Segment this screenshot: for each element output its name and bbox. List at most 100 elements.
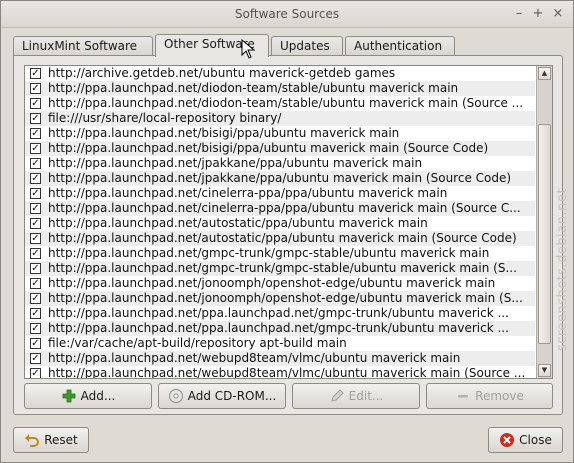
- source-line: http://ppa.launchpad.net/jonoomph/opensh…: [48, 291, 523, 305]
- source-row[interactable]: ✓ http://ppa.launchpad.net/autostatic/ppa…: [25, 231, 535, 246]
- cdrom-icon: [168, 388, 184, 404]
- source-line: http://ppa.launchpad.net/gmpc-trunk/gmpc…: [48, 261, 517, 275]
- close-button-label: Close: [519, 433, 552, 447]
- source-line: http://ppa.launchpad.net/ppa.launchpad.n…: [48, 306, 509, 320]
- source-row[interactable]: ✓ http://ppa.launchpad.net/bisigi/ppa/ubu…: [25, 126, 535, 141]
- mouse-pointer-icon: [241, 39, 255, 59]
- title-bar[interactable]: Software Sources – + ×: [1, 1, 573, 28]
- revert-icon: [24, 432, 40, 448]
- minus-icon: [455, 388, 471, 404]
- source-enabled-checkbox[interactable]: ✓: [30, 218, 41, 229]
- sources-list[interactable]: ✓ http://archive.getdeb.net/ubuntu maveri…: [24, 65, 553, 379]
- other-software-panel: ✓ http://archive.getdeb.net/ubuntu maveri…: [13, 55, 563, 415]
- close-icon: [499, 432, 515, 448]
- source-enabled-checkbox[interactable]: ✓: [30, 233, 41, 244]
- source-enabled-checkbox[interactable]: ✓: [30, 248, 41, 259]
- source-enabled-checkbox[interactable]: ✓: [30, 338, 41, 349]
- source-row[interactable]: ✓ http://ppa.launchpad.net/webupd8team/vl…: [25, 366, 535, 379]
- source-line: http://ppa.launchpad.net/ppa.launchpad.n…: [48, 321, 509, 335]
- source-line: http://ppa.launchpad.net/diodon-team/sta…: [48, 96, 524, 110]
- maximize-button[interactable]: +: [530, 6, 546, 22]
- source-enabled-checkbox[interactable]: ✓: [30, 188, 41, 199]
- source-line: http://ppa.launchpad.net/diodon-team/sta…: [48, 81, 459, 95]
- source-line: http://ppa.launchpad.net/autostatic/ppa/…: [48, 216, 428, 230]
- source-row[interactable]: ✓ http://ppa.launchpad.net/cinelerra-ppa/…: [25, 201, 535, 216]
- source-row[interactable]: ✓ http://archive.getdeb.net/ubuntu maveri…: [25, 66, 535, 81]
- source-enabled-checkbox[interactable]: ✓: [30, 143, 41, 154]
- tab-linuxmint-software[interactable]: LinuxMint Software: [13, 36, 153, 56]
- source-line: http://ppa.launchpad.net/bisigi/ppa/ubun…: [48, 126, 400, 140]
- source-line: http://ppa.launchpad.net/webupd8team/vlm…: [48, 351, 461, 365]
- source-enabled-checkbox[interactable]: ✓: [30, 113, 41, 124]
- source-line: file:/var/cache/apt-build/repository apt…: [48, 336, 347, 350]
- source-line: http://ppa.launchpad.net/bisigi/ppa/ubun…: [48, 141, 489, 155]
- source-enabled-checkbox[interactable]: ✓: [30, 98, 41, 109]
- source-line: http://ppa.launchpad.net/jpakkane/ppa/ub…: [48, 156, 423, 170]
- pencil-icon: [329, 388, 345, 404]
- source-enabled-checkbox[interactable]: ✓: [30, 308, 41, 319]
- source-row[interactable]: ✓ http://ppa.launchpad.net/jonoomph/opens…: [25, 291, 535, 306]
- scroll-up-arrow-icon[interactable]: ▲: [538, 67, 551, 80]
- tab-bar: LinuxMint Software Other Software Update…: [13, 34, 561, 57]
- remove-button-label: Remove: [475, 389, 524, 403]
- source-enabled-checkbox[interactable]: ✓: [30, 158, 41, 169]
- tab-updates[interactable]: Updates: [271, 36, 343, 56]
- source-row[interactable]: ✓ http://ppa.launchpad.net/jpakkane/ppa/u…: [25, 156, 535, 171]
- add-button[interactable]: Add...: [24, 383, 152, 409]
- source-row[interactable]: ✓ http://ppa.launchpad.net/diodon-team/st…: [25, 96, 535, 111]
- plus-icon: [61, 388, 77, 404]
- watermark: screenshots.debian.net: [555, 188, 570, 351]
- source-enabled-checkbox[interactable]: ✓: [30, 293, 41, 304]
- source-row[interactable]: ✓ http://ppa.launchpad.net/webupd8team/vl…: [25, 351, 535, 366]
- source-row[interactable]: ✓ http://ppa.launchpad.net/jpakkane/ppa/u…: [25, 171, 535, 186]
- source-enabled-checkbox[interactable]: ✓: [30, 203, 41, 214]
- source-line: file:///usr/share/local-repository binar…: [48, 111, 282, 125]
- source-enabled-checkbox[interactable]: ✓: [30, 68, 41, 79]
- close-button[interactable]: Close: [488, 427, 563, 453]
- tab-authentication[interactable]: Authentication: [345, 36, 455, 56]
- source-row[interactable]: ✓ http://ppa.launchpad.net/bisigi/ppa/ubu…: [25, 141, 535, 156]
- source-line: http://ppa.launchpad.net/cinelerra-ppa/p…: [48, 201, 521, 215]
- source-row[interactable]: ✓ http://ppa.launchpad.net/cinelerra-ppa/…: [25, 186, 535, 201]
- minimize-button[interactable]: –: [511, 6, 527, 22]
- source-row[interactable]: ✓ http://ppa.launchpad.net/diodon-team/st…: [25, 81, 535, 96]
- source-enabled-checkbox[interactable]: ✓: [30, 128, 41, 139]
- source-row[interactable]: ✓ file:///usr/share/local-repository bina…: [25, 111, 535, 126]
- source-row[interactable]: ✓ file:/var/cache/apt-build/repository ap…: [25, 336, 535, 351]
- source-row[interactable]: ✓ http://ppa.launchpad.net/jonoomph/opens…: [25, 276, 535, 291]
- source-line: http://ppa.launchpad.net/gmpc-trunk/gmpc…: [48, 246, 490, 260]
- reset-button[interactable]: Reset: [13, 427, 89, 453]
- source-enabled-checkbox[interactable]: ✓: [30, 368, 41, 378]
- scroll-down-arrow-icon[interactable]: ▼: [538, 364, 551, 377]
- edit-button[interactable]: Edit...: [292, 383, 420, 409]
- source-enabled-checkbox[interactable]: ✓: [30, 353, 41, 364]
- source-line: http://archive.getdeb.net/ubuntu maveric…: [48, 66, 396, 80]
- source-enabled-checkbox[interactable]: ✓: [30, 173, 41, 184]
- software-sources-window: Software Sources – + × LinuxMint Softwar…: [0, 0, 574, 463]
- vertical-scrollbar[interactable]: ▲ ▼: [536, 66, 552, 378]
- source-enabled-checkbox[interactable]: ✓: [30, 278, 41, 289]
- source-enabled-checkbox[interactable]: ✓: [30, 83, 41, 94]
- source-row[interactable]: ✓ http://ppa.launchpad.net/gmpc-trunk/gmp…: [25, 261, 535, 276]
- sources-rows: ✓ http://archive.getdeb.net/ubuntu maveri…: [25, 66, 535, 379]
- source-line: http://ppa.launchpad.net/jpakkane/ppa/ub…: [48, 171, 512, 185]
- source-line: http://ppa.launchpad.net/cinelerra-ppa/p…: [48, 186, 448, 200]
- source-row[interactable]: ✓ http://ppa.launchpad.net/ppa.launchpad.…: [25, 306, 535, 321]
- scroll-thumb[interactable]: [538, 124, 551, 344]
- add-cdrom-button-label: Add CD-ROM...: [187, 389, 277, 403]
- window-title: Software Sources: [234, 7, 340, 21]
- edit-button-label: Edit...: [348, 389, 384, 403]
- add-cdrom-button[interactable]: Add CD-ROM...: [158, 383, 286, 409]
- source-row[interactable]: ✓ http://ppa.launchpad.net/autostatic/ppa…: [25, 216, 535, 231]
- close-window-button[interactable]: ×: [550, 6, 566, 22]
- remove-button[interactable]: Remove: [426, 383, 553, 409]
- source-actions: Add... Add CD-ROM... Edit... Remove: [24, 383, 553, 409]
- source-row[interactable]: ✓ http://ppa.launchpad.net/gmpc-trunk/gmp…: [25, 246, 535, 261]
- reset-button-label: Reset: [44, 433, 78, 447]
- source-line: http://ppa.launchpad.net/jonoomph/opensh…: [48, 276, 496, 290]
- source-line: http://ppa.launchpad.net/autostatic/ppa/…: [48, 231, 517, 245]
- source-enabled-checkbox[interactable]: ✓: [30, 323, 41, 334]
- source-row[interactable]: ✓ http://ppa.launchpad.net/ppa.launchpad.…: [25, 321, 535, 336]
- source-enabled-checkbox[interactable]: ✓: [30, 263, 41, 274]
- source-line: http://ppa.launchpad.net/webupd8team/vlm…: [48, 366, 526, 379]
